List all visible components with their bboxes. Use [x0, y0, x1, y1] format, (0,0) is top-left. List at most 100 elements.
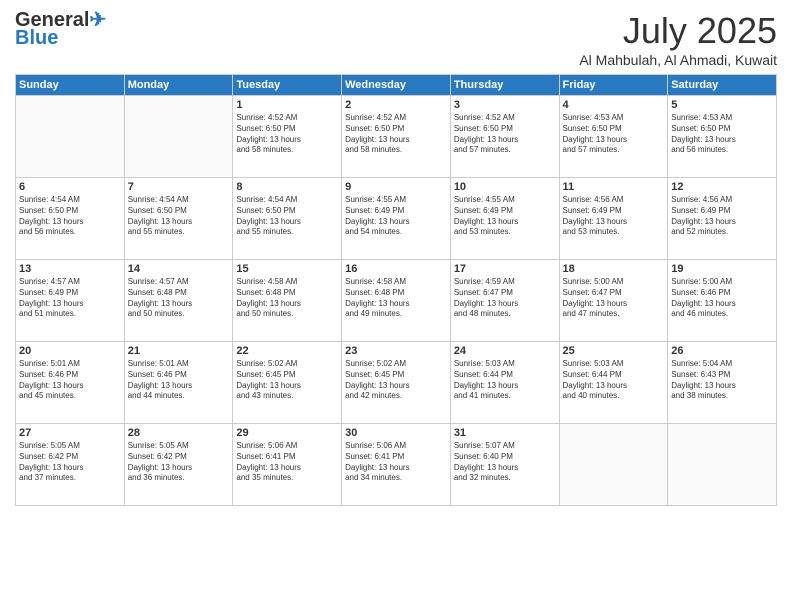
- day-number: 31: [454, 427, 556, 439]
- calendar-cell: 3 Sunrise: 4:52 AM Sunset: 6:50 PM Daylig…: [450, 96, 559, 178]
- day-info: Sunrise: 5:02 AM Sunset: 6:45 PM Dayligh…: [236, 359, 338, 402]
- day-info: Sunrise: 5:03 AM Sunset: 6:44 PM Dayligh…: [563, 359, 665, 402]
- day-number: 25: [563, 345, 665, 357]
- day-number: 21: [128, 345, 230, 357]
- calendar-cell: 21 Sunrise: 5:01 AM Sunset: 6:46 PM Dayli…: [124, 342, 233, 424]
- col-header-monday: Monday: [124, 75, 233, 96]
- day-info: Sunrise: 5:00 AM Sunset: 6:46 PM Dayligh…: [671, 277, 773, 320]
- col-header-wednesday: Wednesday: [342, 75, 451, 96]
- day-info: Sunrise: 4:58 AM Sunset: 6:48 PM Dayligh…: [236, 277, 338, 320]
- week-row-5: 27 Sunrise: 5:05 AM Sunset: 6:42 PM Dayli…: [16, 424, 777, 506]
- col-header-saturday: Saturday: [668, 75, 777, 96]
- location-subtitle: Al Mahbulah, Al Ahmadi, Kuwait: [579, 52, 777, 68]
- calendar-cell: 14 Sunrise: 4:57 AM Sunset: 6:48 PM Dayli…: [124, 260, 233, 342]
- day-info: Sunrise: 4:53 AM Sunset: 6:50 PM Dayligh…: [671, 113, 773, 156]
- day-number: 12: [671, 181, 773, 193]
- header: General✈ Blue July 2025 Al Mahbulah, Al …: [15, 10, 777, 68]
- calendar-cell: 17 Sunrise: 4:59 AM Sunset: 6:47 PM Dayli…: [450, 260, 559, 342]
- calendar-cell: 4 Sunrise: 4:53 AM Sunset: 6:50 PM Daylig…: [559, 96, 668, 178]
- day-number: 24: [454, 345, 556, 357]
- col-header-thursday: Thursday: [450, 75, 559, 96]
- day-number: 15: [236, 263, 338, 275]
- calendar-cell: 19 Sunrise: 5:00 AM Sunset: 6:46 PM Dayli…: [668, 260, 777, 342]
- day-number: 9: [345, 181, 447, 193]
- day-number: 5: [671, 99, 773, 111]
- day-info: Sunrise: 5:00 AM Sunset: 6:47 PM Dayligh…: [563, 277, 665, 320]
- day-number: 13: [19, 263, 121, 275]
- calendar-cell: 10Sunrise: 4:55 AM Sunset: 6:49 PM Dayli…: [450, 178, 559, 260]
- calendar-cell: [16, 96, 125, 178]
- calendar-cell: 18 Sunrise: 5:00 AM Sunset: 6:47 PM Dayli…: [559, 260, 668, 342]
- day-info: Sunrise: 4:52 AM Sunset: 6:50 PM Dayligh…: [454, 113, 556, 156]
- calendar-cell: 28Sunrise: 5:05 AM Sunset: 6:42 PM Dayli…: [124, 424, 233, 506]
- day-number: 1: [236, 99, 338, 111]
- calendar-cell: 24Sunrise: 5:03 AM Sunset: 6:44 PM Dayli…: [450, 342, 559, 424]
- day-info: Sunrise: 4:58 AM Sunset: 6:48 PM Dayligh…: [345, 277, 447, 320]
- day-info: Sunrise: 4:56 AM Sunset: 6:49 PM Dayligh…: [671, 195, 773, 238]
- calendar-cell: 26 Sunrise: 5:04 AM Sunset: 6:43 PM Dayli…: [668, 342, 777, 424]
- day-number: 10: [454, 181, 556, 193]
- day-number: 27: [19, 427, 121, 439]
- month-title: July 2025: [579, 10, 777, 52]
- day-info: Sunrise: 5:02 AM Sunset: 6:45 PM Dayligh…: [345, 359, 447, 402]
- calendar-cell: 20Sunrise: 5:01 AM Sunset: 6:46 PM Dayli…: [16, 342, 125, 424]
- calendar-table: SundayMondayTuesdayWednesdayThursdayFrid…: [15, 74, 777, 506]
- calendar-cell: [559, 424, 668, 506]
- day-info: Sunrise: 4:54 AM Sunset: 6:50 PM Dayligh…: [19, 195, 121, 238]
- day-info: Sunrise: 4:54 AM Sunset: 6:50 PM Dayligh…: [128, 195, 230, 238]
- calendar-cell: 5 Sunrise: 4:53 AM Sunset: 6:50 PM Daylig…: [668, 96, 777, 178]
- calendar-cell: 1 Sunrise: 4:52 AM Sunset: 6:50 PM Daylig…: [233, 96, 342, 178]
- day-number: 22: [236, 345, 338, 357]
- col-header-sunday: Sunday: [16, 75, 125, 96]
- day-number: 16: [345, 263, 447, 275]
- day-info: Sunrise: 5:05 AM Sunset: 6:42 PM Dayligh…: [19, 441, 121, 484]
- day-info: Sunrise: 4:57 AM Sunset: 6:48 PM Dayligh…: [128, 277, 230, 320]
- day-info: Sunrise: 4:56 AM Sunset: 6:49 PM Dayligh…: [563, 195, 665, 238]
- calendar-cell: 31 Sunrise: 5:07 AM Sunset: 6:40 PM Dayli…: [450, 424, 559, 506]
- calendar-cell: 6Sunrise: 4:54 AM Sunset: 6:50 PM Daylig…: [16, 178, 125, 260]
- day-info: Sunrise: 4:59 AM Sunset: 6:47 PM Dayligh…: [454, 277, 556, 320]
- calendar-cell: 29 Sunrise: 5:06 AM Sunset: 6:41 PM Dayli…: [233, 424, 342, 506]
- day-number: 26: [671, 345, 773, 357]
- day-info: Sunrise: 4:57 AM Sunset: 6:49 PM Dayligh…: [19, 277, 121, 320]
- day-number: 29: [236, 427, 338, 439]
- week-row-4: 20 Sunrise: 5:01 AM Sunset: 6:46 PM Dayli…: [16, 342, 777, 424]
- day-number: 18: [563, 263, 665, 275]
- day-number: 14: [128, 263, 230, 275]
- calendar-cell: [124, 96, 233, 178]
- day-number: 3: [454, 99, 556, 111]
- col-header-tuesday: Tuesday: [233, 75, 342, 96]
- calendar-cell: 16 Sunrise: 4:58 AM Sunset: 6:48 PM Dayli…: [342, 260, 451, 342]
- day-number: 20: [19, 345, 121, 357]
- day-number: 4: [563, 99, 665, 111]
- day-number: 11: [563, 181, 665, 193]
- day-info: Sunrise: 5:06 AM Sunset: 6:41 PM Dayligh…: [345, 441, 447, 484]
- day-info: Sunrise: 5:05 AM Sunset: 6:42 PM Dayligh…: [128, 441, 230, 484]
- calendar-cell: 22 Sunrise: 5:02 AM Sunset: 6:45 PM Dayli…: [233, 342, 342, 424]
- week-row-3: 13 Sunrise: 4:57 AM Sunset: 6:49 PM Dayli…: [16, 260, 777, 342]
- calendar-cell: 13 Sunrise: 4:57 AM Sunset: 6:49 PM Dayli…: [16, 260, 125, 342]
- calendar-cell: 9Sunrise: 4:55 AM Sunset: 6:49 PM Daylig…: [342, 178, 451, 260]
- day-info: Sunrise: 5:01 AM Sunset: 6:46 PM Dayligh…: [128, 359, 230, 402]
- day-number: 19: [671, 263, 773, 275]
- day-info: Sunrise: 4:53 AM Sunset: 6:50 PM Dayligh…: [563, 113, 665, 156]
- day-number: 8: [236, 181, 338, 193]
- logo: General✈ Blue: [15, 10, 106, 48]
- day-number: 23: [345, 345, 447, 357]
- day-info: Sunrise: 5:04 AM Sunset: 6:43 PM Dayligh…: [671, 359, 773, 402]
- week-row-1: 1 Sunrise: 4:52 AM Sunset: 6:50 PM Daylig…: [16, 96, 777, 178]
- day-info: Sunrise: 5:06 AM Sunset: 6:41 PM Dayligh…: [236, 441, 338, 484]
- day-info: Sunrise: 5:07 AM Sunset: 6:40 PM Dayligh…: [454, 441, 556, 484]
- calendar-cell: 15 Sunrise: 4:58 AM Sunset: 6:48 PM Dayli…: [233, 260, 342, 342]
- day-info: Sunrise: 4:52 AM Sunset: 6:50 PM Dayligh…: [345, 113, 447, 156]
- day-info: Sunrise: 4:54 AM Sunset: 6:50 PM Dayligh…: [236, 195, 338, 238]
- calendar-cell: [668, 424, 777, 506]
- calendar-cell: 23 Sunrise: 5:02 AM Sunset: 6:45 PM Dayli…: [342, 342, 451, 424]
- day-number: 30: [345, 427, 447, 439]
- col-header-friday: Friday: [559, 75, 668, 96]
- calendar-cell: 7Sunrise: 4:54 AM Sunset: 6:50 PM Daylig…: [124, 178, 233, 260]
- day-number: 2: [345, 99, 447, 111]
- day-number: 17: [454, 263, 556, 275]
- day-info: Sunrise: 4:52 AM Sunset: 6:50 PM Dayligh…: [236, 113, 338, 156]
- calendar-cell: 8 Sunrise: 4:54 AM Sunset: 6:50 PM Daylig…: [233, 178, 342, 260]
